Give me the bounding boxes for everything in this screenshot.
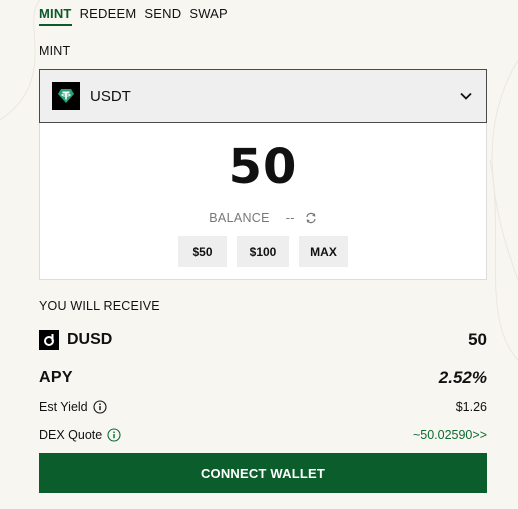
tab-send[interactable]: SEND — [144, 6, 181, 24]
token-select-dropdown[interactable]: USDT — [39, 69, 487, 123]
tab-redeem[interactable]: REDEEM — [80, 6, 137, 24]
receive-token-name: DUSD — [67, 331, 113, 348]
est-yield-value: $1.26 — [455, 400, 487, 414]
balance-value: -- — [285, 211, 295, 225]
apy-row: APY 2.52% — [39, 367, 487, 389]
receive-token: DUSD — [39, 330, 112, 350]
tab-swap[interactable]: SWAP — [189, 6, 228, 24]
tether-icon — [52, 82, 80, 110]
mint-panel: MINT REDEEM SEND SWAP MINT USDT 50 BALAN… — [39, 0, 487, 493]
quick-amount-50-button[interactable]: $50 — [178, 236, 227, 267]
quick-amount-100-button[interactable]: $100 — [237, 236, 289, 267]
balance-label: BALANCE — [209, 211, 270, 225]
action-tabs: MINT REDEEM SEND SWAP — [39, 0, 487, 32]
est-yield-label: Est Yield — [39, 400, 88, 414]
token-select-label: USDT — [90, 87, 131, 105]
info-icon[interactable] — [93, 400, 107, 414]
apy-label: APY — [39, 369, 73, 386]
dusd-icon — [39, 330, 59, 350]
receive-row: DUSD 50 — [39, 330, 487, 350]
chevron-down-icon — [458, 88, 474, 104]
refresh-icon[interactable] — [305, 212, 317, 224]
info-icon[interactable] — [107, 428, 121, 442]
amount-panel: 50 BALANCE -- $50 $100 MAX — [39, 123, 487, 280]
quick-amount-row: $50 $100 MAX — [40, 236, 486, 267]
apy-value: 2.52% — [438, 368, 487, 387]
balance-row: BALANCE -- — [40, 211, 486, 225]
dex-quote-link[interactable]: ~50.02590>> — [413, 428, 487, 442]
receive-label: YOU WILL RECEIVE — [39, 299, 160, 313]
amount-input[interactable]: 50 — [40, 123, 486, 201]
quick-amount-max-button[interactable]: MAX — [299, 236, 348, 267]
receive-amount: 50 — [468, 330, 487, 349]
est-yield-row: Est Yield $1.26 — [39, 398, 487, 416]
dex-quote-row: DEX Quote ~50.02590>> — [39, 426, 487, 444]
mint-section-label: MINT — [39, 44, 71, 58]
connect-wallet-button[interactable]: CONNECT WALLET — [39, 453, 487, 493]
tab-mint[interactable]: MINT — [39, 6, 72, 26]
dex-quote-label: DEX Quote — [39, 428, 103, 442]
